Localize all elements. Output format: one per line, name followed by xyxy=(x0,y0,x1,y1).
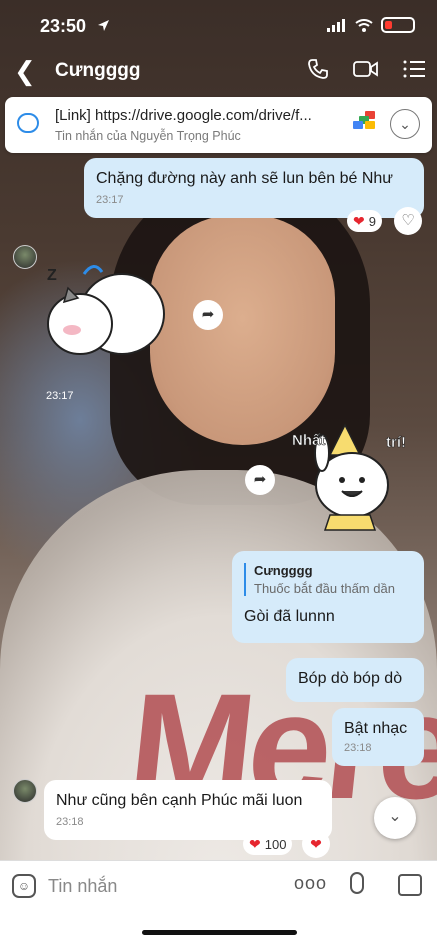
like-button[interactable]: ♡ xyxy=(394,207,422,235)
message-input-bar: ☺ Tin nhắn ooo xyxy=(0,860,437,912)
avatar xyxy=(13,245,37,269)
google-drive-stack-icon xyxy=(353,111,379,133)
quoted-message[interactable]: Cưngggg Thuốc bắt đầu thấm dần xyxy=(244,563,412,596)
quote-text: Thuốc bắt đầu thấm dần xyxy=(254,581,395,596)
share-icon[interactable]: ➦ xyxy=(193,300,223,330)
wifi-icon xyxy=(355,18,373,32)
location-arrow-icon xyxy=(98,20,109,31)
reaction-badge[interactable]: ❤ 9 xyxy=(347,210,382,232)
sent-reply-message[interactable]: Cưngggg Thuốc bắt đầu thấm dần Gòi đã lu… xyxy=(232,551,424,643)
background-photo-face xyxy=(150,215,335,445)
microphone-icon[interactable] xyxy=(350,872,364,894)
received-message[interactable]: Như cũng bên cạnh Phúc mãi luon 23:18 xyxy=(44,780,332,840)
sticker-text: Nhất xyxy=(292,432,325,449)
message-time: 23:18 xyxy=(344,742,372,754)
svg-text:Z: Z xyxy=(47,267,57,284)
message-text: Bóp dò bóp dò xyxy=(298,670,403,687)
status-time: 23:50 xyxy=(40,16,87,36)
chevron-down-icon[interactable]: ⌄ xyxy=(390,109,420,139)
reaction-count: 100 xyxy=(264,836,287,852)
signal-icon xyxy=(327,18,345,32)
pinned-subtitle: Tin nhắn của Nguyễn Trọng Phúc xyxy=(55,129,241,143)
message-time: 23:18 xyxy=(56,816,84,828)
share-icon[interactable]: ➦ xyxy=(245,465,275,495)
home-indicator[interactable] xyxy=(142,930,297,935)
sent-message[interactable]: Bóp dò bóp dò xyxy=(286,658,424,702)
sticker-emoji-icon[interactable]: ☺ xyxy=(12,874,36,898)
heart-reaction-button[interactable]: ❤ xyxy=(302,830,330,858)
image-icon[interactable] xyxy=(398,874,422,896)
video-icon[interactable] xyxy=(353,58,379,80)
sent-message[interactable]: Chặng đường này anh sẽ lun bên bé Như 23… xyxy=(84,158,424,218)
message-input[interactable]: Tin nhắn xyxy=(48,876,117,897)
sleeping-cat-sticker[interactable]: Z xyxy=(42,252,167,372)
message-text: Như cũng bên cạnh Phúc mãi luon xyxy=(56,792,303,809)
heart-icon: ❤ xyxy=(249,835,261,852)
heart-icon: ❤ xyxy=(353,212,365,229)
sent-message[interactable]: Bật nhạc 23:18 xyxy=(332,708,424,766)
home-indicator-area xyxy=(0,912,437,944)
message-text: Chặng đường này anh sẽ lun bên bé Như xyxy=(96,170,394,187)
reaction-badge[interactable]: ❤ 100 xyxy=(243,833,293,855)
reaction-count: 9 xyxy=(368,213,376,229)
menu-icon[interactable] xyxy=(403,58,425,80)
phone-icon[interactable] xyxy=(307,58,329,80)
status-bar: 23:50 xyxy=(0,0,437,50)
back-icon[interactable]: ❮ xyxy=(14,56,36,87)
more-options-icon[interactable]: ooo xyxy=(294,873,327,894)
chat-header: ❮ Cưngggg xyxy=(0,50,437,94)
message-text: Bật nhạc xyxy=(344,720,408,737)
avatar xyxy=(13,779,37,803)
bunny-party-sticker[interactable]: Nhất trí! xyxy=(290,415,420,540)
chat-bubble-icon xyxy=(17,113,39,133)
battery-low-icon xyxy=(381,17,415,33)
message-time: 23:17 xyxy=(96,194,124,206)
scroll-to-bottom-button[interactable]: ⌄ xyxy=(374,797,416,839)
message-time: 23:17 xyxy=(46,390,74,402)
pinned-link-text[interactable]: [Link] https://drive.google.com/drive/f.… xyxy=(55,107,335,124)
message-text: Gòi đã lunnn xyxy=(244,608,335,625)
sticker-text: trí! xyxy=(386,434,406,451)
pinned-message[interactable]: [Link] https://drive.google.com/drive/f.… xyxy=(5,97,432,153)
contact-name[interactable]: Cưngggg xyxy=(55,60,141,82)
quote-author: Cưngggg xyxy=(254,563,313,578)
